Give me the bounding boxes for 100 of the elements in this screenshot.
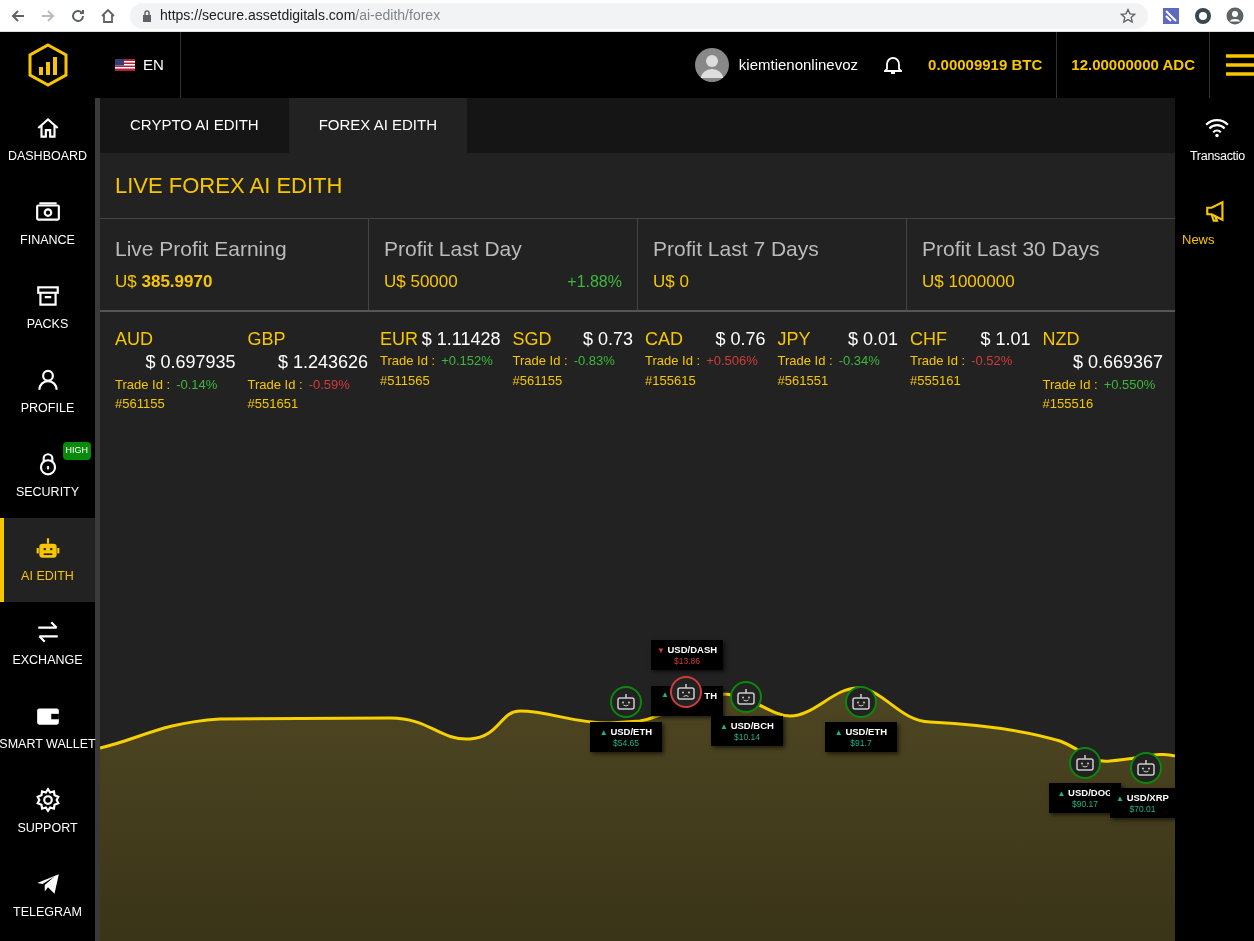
sidebar-item[interactable]: SUPPORT bbox=[0, 770, 95, 854]
pair-price: $10.14 bbox=[733, 732, 761, 743]
change-percent: -0.52% bbox=[971, 352, 1013, 371]
trade-id: #561551 bbox=[777, 371, 830, 390]
pair-price: $54.65 bbox=[612, 738, 640, 749]
home-icon[interactable] bbox=[100, 7, 116, 24]
extension-icon[interactable] bbox=[1162, 6, 1180, 25]
tab[interactable]: FOREX AI EDITH bbox=[288, 98, 467, 153]
flag-icon bbox=[115, 59, 135, 71]
avatar[interactable] bbox=[694, 48, 729, 82]
extension-icon[interactable] bbox=[1194, 6, 1212, 25]
change-percent: -0.14% bbox=[176, 375, 218, 394]
page-title: LIVE FOREX AI EDITH bbox=[100, 153, 1175, 219]
pair-name: USD/DOG bbox=[1067, 787, 1113, 798]
stat-value: U$ 0 bbox=[653, 270, 689, 293]
right-menu-item[interactable]: Transactio bbox=[1180, 98, 1254, 182]
star-icon[interactable] bbox=[1120, 7, 1136, 24]
trend-arrow: ▲ bbox=[1057, 789, 1066, 798]
currency-price: $ 0.669367 bbox=[1072, 351, 1163, 375]
profile-icon[interactable] bbox=[1226, 6, 1244, 25]
sidebar-item[interactable]: DASHBOARD bbox=[0, 98, 95, 182]
trend-arrow: ▲ bbox=[661, 690, 669, 701]
currency-code: GBP bbox=[247, 328, 286, 351]
trade-id-label: Trade Id : bbox=[512, 352, 568, 371]
pair-price: $91.7 bbox=[849, 738, 873, 749]
sidebar-item[interactable]: FINANCE bbox=[0, 182, 95, 266]
trade-id: #511565 bbox=[380, 371, 431, 390]
pair-name: USD/XRP bbox=[1125, 792, 1169, 803]
currency-code: NZD bbox=[1042, 328, 1080, 351]
trade-id-label: Trade Id : bbox=[910, 352, 966, 371]
trade-id: #561155 bbox=[512, 371, 564, 390]
change-percent: -0.83% bbox=[573, 352, 615, 371]
sidebar-item[interactable]: AI EDITH bbox=[0, 518, 95, 602]
change-percent: +0.506% bbox=[706, 352, 758, 371]
robot-icon bbox=[851, 693, 871, 711]
trend-arrow: ▼ bbox=[656, 646, 665, 655]
change-percent: -0.59% bbox=[308, 375, 350, 394]
currency-price: $ 0.697935 bbox=[145, 351, 236, 375]
sidebar-item[interactable]: PROFILE bbox=[0, 350, 95, 434]
robot-marker[interactable] bbox=[730, 681, 762, 713]
change-percent: +0.152% bbox=[441, 352, 493, 371]
robot-icon bbox=[616, 693, 636, 711]
robot-marker[interactable] bbox=[610, 686, 642, 718]
currency-price: $ 1.243626 bbox=[277, 351, 368, 375]
stat-label: Profit Last 7 Days bbox=[653, 236, 820, 262]
pair-name: USD/BCH bbox=[729, 720, 774, 731]
currency-code: JPY bbox=[777, 328, 811, 351]
currency-price: $ 0.76 bbox=[715, 328, 766, 351]
sidebar-item[interactable]: HIGH SECURITY bbox=[0, 434, 95, 518]
currency-price: $ 1.11428 bbox=[421, 328, 501, 351]
trade-id-label: Trade Id : bbox=[380, 352, 436, 371]
pair-name: USD/ETH bbox=[609, 726, 653, 737]
robot-marker[interactable] bbox=[845, 686, 877, 718]
pair-price: $70.01 bbox=[1128, 804, 1157, 815]
robot-icon bbox=[1075, 754, 1095, 772]
robot-icon bbox=[736, 688, 756, 706]
trade-id: #155516 bbox=[1042, 395, 1095, 414]
currency-code: EUR bbox=[380, 328, 418, 351]
settings-icon bbox=[34, 786, 61, 813]
trade-id: #561155 bbox=[115, 395, 166, 414]
menu-icon[interactable] bbox=[1226, 54, 1254, 76]
trend-arrow: ▲ bbox=[834, 728, 843, 737]
reload-icon[interactable] bbox=[70, 7, 86, 24]
sad-robot-icon bbox=[676, 683, 696, 701]
trade-id-label: Trade Id : bbox=[1042, 375, 1098, 394]
back-icon[interactable] bbox=[10, 7, 26, 24]
url-text: https://secure.assetdigitals.com/ai-edith/forex bbox=[160, 6, 441, 25]
adc-balance: 12.00000000 ADC bbox=[1070, 54, 1196, 75]
sidebar-item[interactable]: EXCHANGE bbox=[0, 602, 95, 686]
sidebar-item[interactable]: SMART WALLET bbox=[0, 686, 95, 770]
lock-icon bbox=[142, 9, 152, 22]
sidebar-item[interactable]: TELEGRAM bbox=[0, 854, 95, 938]
robot-marker[interactable] bbox=[670, 676, 702, 708]
currency-code: CAD bbox=[645, 328, 683, 351]
currency-price: $ 0.73 bbox=[582, 328, 633, 351]
stat-change: +1.88% bbox=[567, 271, 622, 292]
trade-id-label: Trade Id : bbox=[645, 352, 701, 371]
stat-value: U$ 1000000 bbox=[922, 270, 1015, 293]
btc-balance: 0.00009919 BTC bbox=[928, 54, 1043, 75]
currency-code: SGD bbox=[512, 328, 552, 351]
sidebar-item[interactable]: PACKS bbox=[0, 266, 95, 350]
security-badge: HIGH bbox=[62, 442, 91, 460]
language-selector[interactable]: EN bbox=[143, 53, 164, 77]
stat-label: Profit Last Day bbox=[384, 236, 523, 262]
trade-id: #551651 bbox=[247, 395, 300, 414]
trade-id-label: Trade Id : bbox=[777, 352, 833, 371]
logo-icon[interactable] bbox=[26, 43, 69, 87]
bell-icon[interactable] bbox=[884, 55, 903, 75]
pair-name: USD/ETH bbox=[844, 726, 888, 737]
pair-name: USD/DASH bbox=[666, 644, 718, 655]
address-bar[interactable]: https://secure.assetdigitals.com/ai-edith/forex bbox=[130, 2, 1148, 29]
trade-id: #555161 bbox=[910, 371, 962, 390]
pair-price: $90.17 bbox=[1071, 799, 1099, 810]
username[interactable]: kiemtienonlinevoz bbox=[738, 53, 859, 77]
trade-id: #155615 bbox=[645, 371, 697, 390]
trade-id-label: Trade Id : bbox=[247, 375, 303, 394]
stat-label: Live Profit Earning bbox=[115, 236, 288, 262]
right-menu-item[interactable]: News bbox=[1180, 182, 1254, 266]
tab[interactable]: CRYPTO AI EDITH bbox=[100, 98, 289, 153]
pair-price: $13.86 bbox=[673, 656, 701, 667]
